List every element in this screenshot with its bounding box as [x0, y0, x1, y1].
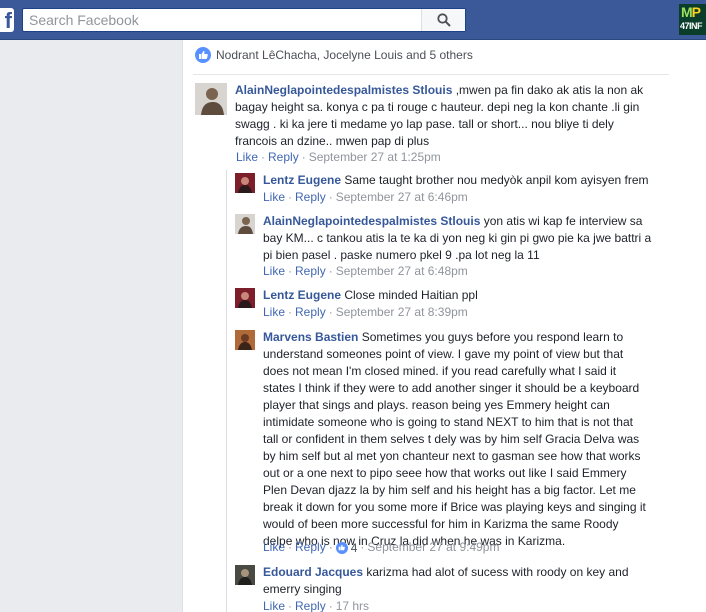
- reply-timestamp[interactable]: September 27 at 6:48pm: [336, 264, 468, 278]
- search-input[interactable]: [23, 9, 423, 31]
- like-link[interactable]: Like: [236, 150, 258, 164]
- like-link[interactable]: Like: [263, 599, 285, 612]
- reply-thread-line: [226, 170, 227, 612]
- reply-actions: Like · Reply · 17 hrs: [263, 599, 370, 612]
- reply-body: Lentz Eugene Close minded Haitian ppl: [263, 287, 683, 304]
- comment-actions: Like · Reply · September 27 at 1:25pm: [236, 150, 441, 164]
- like-link[interactable]: Like: [263, 264, 285, 278]
- reply-link[interactable]: Reply: [295, 540, 326, 554]
- avatar[interactable]: [235, 288, 255, 308]
- reply-reactions[interactable]: 4: [335, 541, 357, 555]
- reply-link[interactable]: Reply: [295, 190, 326, 204]
- divider: [193, 74, 669, 75]
- reply-text: Sometimes you guys before you respond le…: [263, 330, 646, 548]
- like-link[interactable]: Like: [263, 190, 285, 204]
- reply-text: Close minded Haitian ppl: [341, 288, 478, 302]
- search-icon: [436, 13, 451, 27]
- reply-link[interactable]: Reply: [295, 264, 326, 278]
- reply-actions: Like · Reply · 4 · September 27 at 9:49pm: [263, 540, 500, 555]
- comments-panel: Nodrant LêChacha, Jocelyne Louis and 5 o…: [182, 40, 706, 612]
- comment-item: AlainNeglapointedespalmistes Stlouis ,mw…: [195, 82, 695, 164]
- reactions-summary: Nodrant LêChacha, Jocelyne Louis and 5 o…: [216, 48, 473, 62]
- reply-timestamp[interactable]: September 27 at 8:39pm: [336, 305, 468, 319]
- reply-link[interactable]: Reply: [295, 305, 326, 319]
- comment-author[interactable]: AlainNeglapointedespalmistes Stlouis: [235, 83, 452, 97]
- avatar[interactable]: [195, 83, 227, 115]
- like-link[interactable]: Like: [263, 305, 285, 319]
- like-reaction-icon: [335, 541, 348, 554]
- search-button[interactable]: [421, 9, 465, 31]
- reply-text: Same taught brother nou medyòk anpil kom…: [341, 173, 649, 187]
- reply-link[interactable]: Reply: [295, 599, 326, 612]
- reply-author[interactable]: AlainNeglapointedespalmistes Stlouis: [263, 214, 480, 228]
- reply-actions: Like · Reply · September 27 at 8:39pm: [263, 305, 468, 319]
- reply-body: AlainNeglapointedespalmistes Stlouis yon…: [263, 213, 653, 264]
- reply-actions: Like · Reply · September 27 at 6:46pm: [263, 190, 468, 204]
- reply-body: Marvens Bastien Sometimes you guys befor…: [263, 329, 647, 550]
- avatar[interactable]: [235, 214, 255, 234]
- top-navigation-bar: f MP 47INF: [0, 0, 706, 40]
- reply-link[interactable]: Reply: [268, 150, 299, 164]
- reply-author[interactable]: Marvens Bastien: [263, 330, 358, 344]
- search-box: [22, 8, 466, 32]
- reply-body: Edouard Jacques karizma had alot of suce…: [263, 564, 663, 598]
- comment-timestamp[interactable]: September 27 at 1:25pm: [309, 150, 441, 164]
- reply-actions: Like · Reply · September 27 at 6:48pm: [263, 264, 468, 278]
- like-reaction-icon: [195, 47, 211, 63]
- reply-body: Lentz Eugene Same taught brother nou med…: [263, 172, 683, 189]
- reply-author[interactable]: Edouard Jacques: [263, 565, 363, 579]
- avatar[interactable]: [235, 330, 255, 350]
- reply-timestamp[interactable]: 17 hrs: [336, 599, 369, 612]
- reply-timestamp[interactable]: September 27 at 6:46pm: [336, 190, 468, 204]
- reply-author[interactable]: Lentz Eugene: [263, 288, 341, 302]
- reply-author[interactable]: Lentz Eugene: [263, 173, 341, 187]
- facebook-logo-letter: f: [4, 8, 12, 32]
- post-reactions[interactable]: Nodrant LêChacha, Jocelyne Louis and 5 o…: [195, 47, 473, 63]
- reply-timestamp[interactable]: September 27 at 9:49pm: [367, 540, 499, 554]
- comment-body: AlainNeglapointedespalmistes Stlouis ,mw…: [235, 82, 655, 150]
- facebook-logo[interactable]: f: [0, 8, 14, 32]
- avatar[interactable]: [235, 565, 255, 585]
- avatar[interactable]: [235, 173, 255, 193]
- page-logo[interactable]: MP 47INF: [679, 4, 706, 35]
- like-link[interactable]: Like: [263, 540, 285, 554]
